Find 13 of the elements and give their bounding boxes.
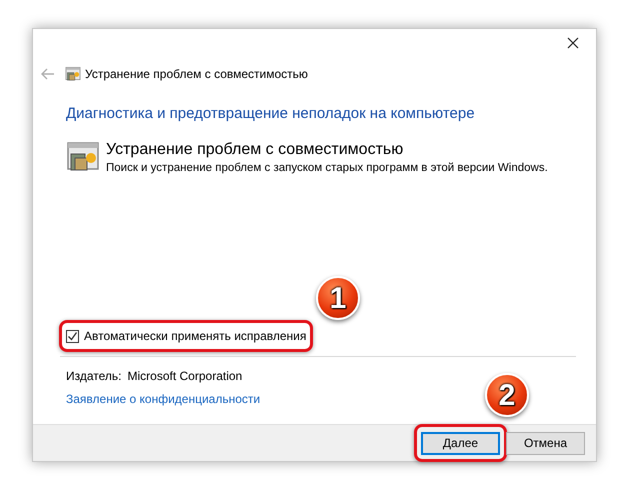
troubleshooter-icon — [66, 140, 100, 174]
page-heading: Диагностика и предотвращение неполадок на компьютере — [66, 104, 476, 124]
troubleshooter-description: Поиск и устранение проблем с запуском старых программ в этой версии Windows. — [106, 160, 548, 176]
auto-fix-checkbox[interactable]: Автоматически применять исправления — [66, 327, 306, 345]
troubleshooter-title: Устранение проблем с совместимостью — [106, 140, 404, 160]
checkbox-square[interactable] — [66, 330, 79, 342]
publisher-value: Microsoft Corporation — [128, 368, 242, 385]
troubleshooter-icon — [65, 66, 81, 82]
next-button[interactable]: Далее — [421, 432, 500, 454]
window-title: Устранение проблем с совместимостью — [85, 66, 308, 83]
publisher-label: Издатель: — [66, 368, 122, 385]
privacy-link[interactable]: Заявление о конфиденциальности — [66, 390, 260, 408]
cancel-button[interactable]: Отмена — [506, 432, 585, 454]
